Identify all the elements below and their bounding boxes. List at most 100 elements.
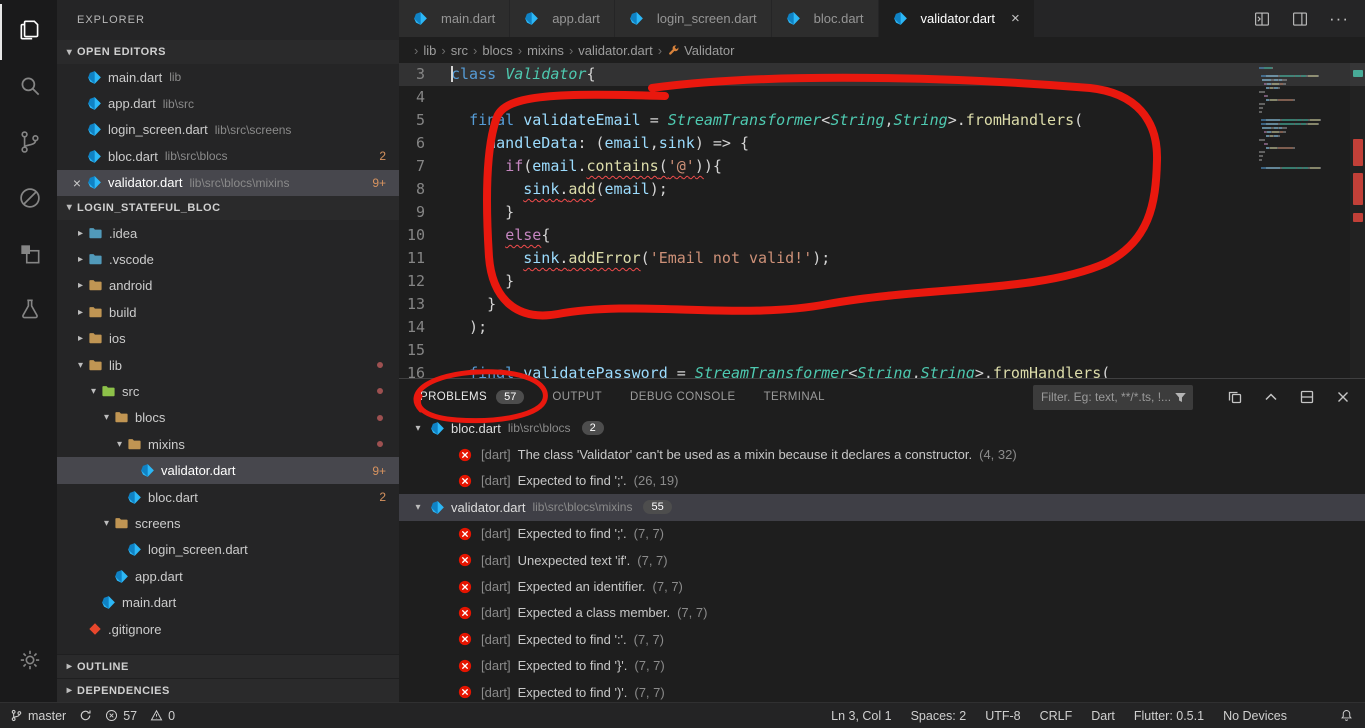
problem-row[interactable]: [dart] Expected to find ';'. (7, 7) — [399, 521, 1365, 547]
tree-item-mixins[interactable]: ▾ mixins — [57, 431, 399, 457]
tree-item-main-dart[interactable]: main.dart — [57, 589, 399, 615]
dependencies-section[interactable]: ▸ DEPENDENCIES — [57, 678, 399, 702]
tree-item-lib[interactable]: ▾ lib — [57, 352, 399, 378]
breadcrumb-mixins[interactable]: mixins — [527, 43, 564, 58]
problem-file-bloc-dart[interactable]: ▾ bloc.dart lib\src\blocs 2 — [399, 415, 1365, 441]
problem-row[interactable]: [dart] The class 'Validator' can't be us… — [399, 441, 1365, 467]
open-editor-bloc-dart[interactable]: bloc.dart lib\src\blocs 2 — [57, 143, 399, 169]
copy-icon[interactable] — [1227, 389, 1243, 405]
tab-validator-dart[interactable]: validator.dart × — [878, 0, 1035, 37]
status-indentation[interactable]: Spaces: 2 — [911, 709, 967, 723]
open-editor-login-screen-dart[interactable]: login_screen.dart lib\src\screens — [57, 117, 399, 143]
minimap[interactable] — [1259, 67, 1347, 171]
code-line-4[interactable]: 4 — [399, 86, 1365, 109]
breadcrumb-symbol[interactable]: Validator — [667, 43, 734, 58]
activity-explorer-icon[interactable] — [0, 4, 57, 60]
close-panel-icon[interactable] — [1335, 389, 1351, 405]
filter-input[interactable] — [1041, 390, 1174, 404]
problem-row[interactable]: [dart] Expected to find ':'. (7, 7) — [399, 626, 1365, 652]
close-icon[interactable]: × — [67, 175, 87, 191]
open-changes-icon[interactable] — [1253, 10, 1271, 28]
panel-tab-output[interactable]: OUTPUT — [552, 391, 602, 403]
tab-main-dart[interactable]: main.dart — [399, 0, 511, 37]
tree-item-build[interactable]: ▸ build — [57, 299, 399, 325]
code-line-11[interactable]: 11 sink.addError('Email not valid!'); — [399, 247, 1365, 270]
tab-close-icon[interactable]: × — [1011, 10, 1020, 27]
code-line-15[interactable]: 15 — [399, 339, 1365, 362]
status-git-branch[interactable]: master — [10, 709, 66, 723]
tab-app-dart[interactable]: app.dart — [510, 0, 615, 37]
activity-search-icon[interactable] — [0, 60, 57, 116]
open-editor-main-dart[interactable]: main.dart lib — [57, 64, 399, 90]
status-sync[interactable] — [79, 709, 92, 722]
more-actions-icon[interactable]: ··· — [1329, 9, 1349, 29]
maximize-panel-icon[interactable] — [1263, 389, 1279, 405]
tree-item-gitignore[interactable]: .gitignore — [57, 616, 399, 642]
tab-login-screen-dart[interactable]: login_screen.dart — [614, 0, 772, 37]
code-line-7[interactable]: 7 if(email.contains('@')){ — [399, 155, 1365, 178]
problem-file-validator-dart[interactable]: ▾ validator.dart lib\src\blocs\mixins 55 — [399, 494, 1365, 521]
tree-item-src[interactable]: ▾ src — [57, 378, 399, 404]
overview-ruler[interactable] — [1350, 63, 1365, 378]
code-line-12[interactable]: 12 } — [399, 270, 1365, 293]
breadcrumb-validator-dart[interactable]: validator.dart — [578, 43, 652, 58]
tree-item-login-screen-dart[interactable]: login_screen.dart — [57, 537, 399, 563]
code-token: validateEmail — [523, 111, 650, 129]
activity-extensions-icon[interactable] — [0, 228, 57, 284]
tree-item-validator-dart[interactable]: validator.dart 9+ — [57, 457, 399, 484]
code-line-10[interactable]: 10 else{ — [399, 224, 1365, 247]
split-editor-icon[interactable] — [1291, 10, 1309, 28]
status-language-mode[interactable]: Dart — [1091, 709, 1115, 723]
tab-bloc-dart[interactable]: bloc.dart — [771, 0, 879, 37]
open-editor-validator-dart[interactable]: × validator.dart lib\src\blocs\mixins 9+ — [57, 169, 399, 196]
panel-tab-problems[interactable]: PROBLEMS 57 — [420, 390, 525, 404]
panel-tab-debug-console[interactable]: DEBUG CONSOLE — [630, 391, 736, 403]
status-notifications[interactable] — [1340, 709, 1353, 722]
status-warnings[interactable]: 0 — [150, 709, 175, 723]
code-line-14[interactable]: 14 ); — [399, 316, 1365, 339]
open-editor-app-dart[interactable]: app.dart lib\src — [57, 90, 399, 116]
tree-item-ios[interactable]: ▸ ios — [57, 326, 399, 352]
status-devices[interactable]: No Devices — [1223, 709, 1287, 723]
open-editors-header[interactable]: ▾ OPEN EDITORS — [57, 40, 399, 64]
panel-tab-terminal[interactable]: TERMINAL — [764, 391, 825, 403]
code-line-16[interactable]: 16 final validatePassword = StreamTransf… — [399, 362, 1365, 378]
code-line-9[interactable]: 9 } — [399, 201, 1365, 224]
tree-item-bloc-dart[interactable]: bloc.dart 2 — [57, 484, 399, 510]
breadcrumb-blocs[interactable]: blocs — [482, 43, 512, 58]
breadcrumb-src[interactable]: src — [451, 43, 468, 58]
activity-settings-gear-icon[interactable] — [0, 634, 57, 690]
problem-row[interactable]: [dart] Expected to find '}'. (7, 7) — [399, 653, 1365, 679]
status-encoding[interactable]: UTF-8 — [985, 709, 1020, 723]
code-editor[interactable]: 3 class Validator{ 4 5 final validateEmai… — [399, 63, 1365, 378]
restore-panel-icon[interactable] — [1299, 389, 1315, 405]
outline-section[interactable]: ▸ OUTLINE — [57, 654, 399, 678]
tree-item-android[interactable]: ▸ android — [57, 273, 399, 299]
file-path: lib\src\screens — [214, 122, 292, 137]
status-eol[interactable]: CRLF — [1040, 709, 1073, 723]
tree-item-screens[interactable]: ▾ screens — [57, 510, 399, 536]
code-line-3[interactable]: 3 class Validator{ — [399, 63, 1365, 86]
problem-row[interactable]: [dart] Expected an identifier. (7, 7) — [399, 573, 1365, 599]
code-line-5[interactable]: 5 final validateEmail = StreamTransforme… — [399, 109, 1365, 132]
project-section-header[interactable]: ▾ LOGIN_STATEFUL_BLOC — [57, 196, 399, 220]
breadcrumb-lib[interactable]: lib — [423, 43, 436, 58]
code-line-13[interactable]: 13 } — [399, 293, 1365, 316]
problem-row[interactable]: [dart] Expected to find ')'. (7, 7) — [399, 679, 1365, 702]
status-flutter-version[interactable]: Flutter: 0.5.1 — [1134, 709, 1204, 723]
tree-item-blocs[interactable]: ▾ blocs — [57, 405, 399, 431]
problem-row[interactable]: [dart] Expected a class member. (7, 7) — [399, 600, 1365, 626]
tree-item-app-dart[interactable]: app.dart — [57, 563, 399, 589]
status-errors[interactable]: 57 — [105, 709, 137, 723]
problem-row[interactable]: [dart] Expected to find ';'. (26, 19) — [399, 468, 1365, 494]
activity-source-control-icon[interactable] — [0, 116, 57, 172]
tree-item-vscode[interactable]: ▸ .vscode — [57, 246, 399, 272]
activity-test-beaker-icon[interactable] — [0, 284, 57, 340]
activity-debug-icon[interactable] — [0, 172, 57, 228]
tree-item-idea[interactable]: ▸ .idea — [57, 220, 399, 246]
problem-row[interactable]: [dart] Unexpected text 'if'. (7, 7) — [399, 547, 1365, 573]
code-line-8[interactable]: 8 sink.add(email); — [399, 178, 1365, 201]
code-line-6[interactable]: 6 handleData: (email,sink) => { — [399, 132, 1365, 155]
code-token: email — [604, 180, 650, 198]
status-cursor-position[interactable]: Ln 3, Col 1 — [831, 709, 891, 723]
